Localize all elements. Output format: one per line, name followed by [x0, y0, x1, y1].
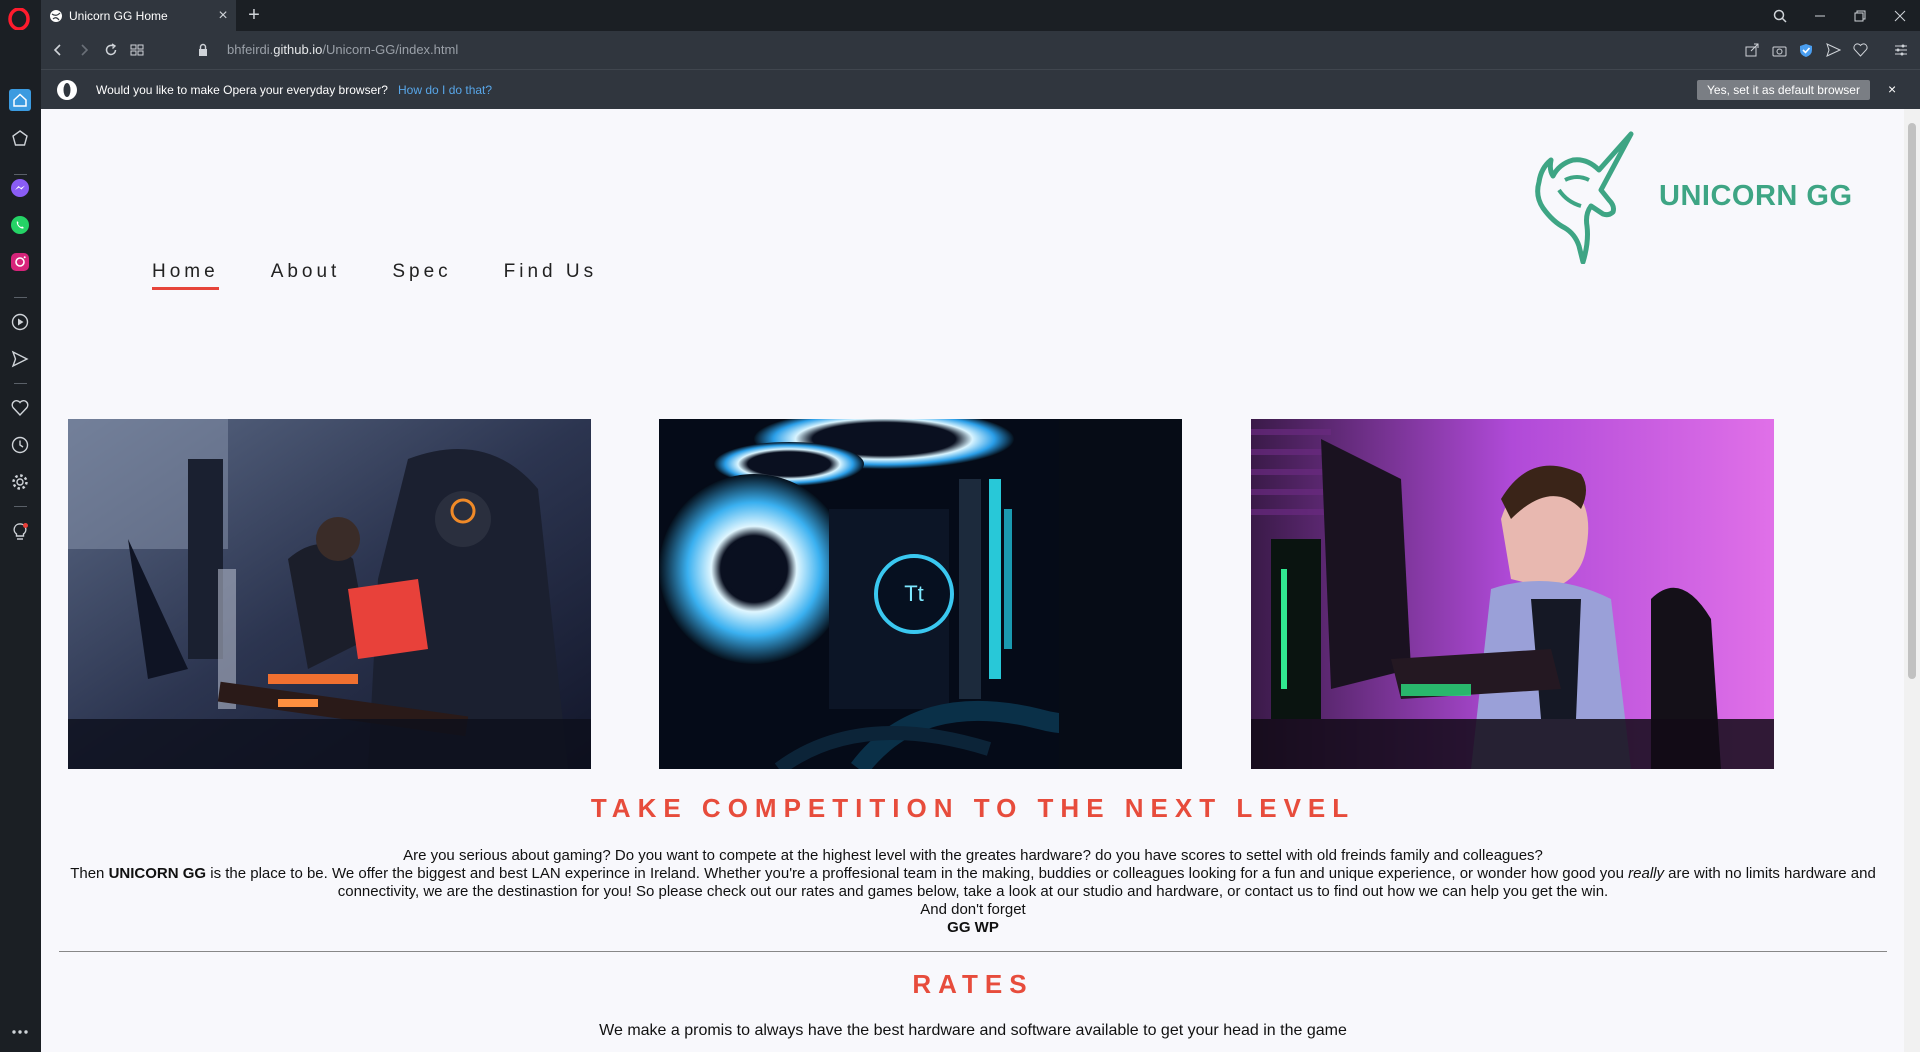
sidebar-bookmarks-icon[interactable] [9, 127, 31, 149]
sidebar-heart-icon[interactable] [9, 397, 31, 419]
instagram-icon[interactable] [9, 251, 31, 273]
minimize-icon[interactable] [1800, 0, 1840, 31]
whatsapp-icon[interactable] [9, 214, 31, 236]
tab-title: Unicorn GG Home [69, 8, 168, 23]
globe-icon [50, 9, 62, 22]
section-divider [59, 951, 1887, 952]
sidebar-home-icon[interactable] [9, 89, 31, 111]
speed-dial-icon[interactable] [127, 40, 147, 60]
svg-text:Tt: Tt [904, 581, 924, 606]
tab-bar: Unicorn GG Home × + [0, 0, 1920, 31]
address-bar: bhfeirdi.github.io/Unicorn-GG/index.html [41, 31, 1920, 69]
sidebar [0, 31, 41, 1052]
nav-find-us[interactable]: Find Us [504, 261, 597, 290]
heart-icon[interactable] [1851, 40, 1869, 60]
set-default-button[interactable]: Yes, set it as default browser [1697, 80, 1870, 100]
intro-line-2: Then UNICORN GG is the place to be. We o… [70, 865, 1876, 900]
address-bar-actions [1743, 40, 1910, 60]
snapshot-icon[interactable] [1770, 40, 1788, 60]
browser-tab[interactable]: Unicorn GG Home × [41, 0, 236, 31]
infobar-close-icon[interactable]: × [1888, 81, 1896, 97]
new-tab-button[interactable]: + [243, 4, 265, 26]
messenger-icon[interactable] [9, 177, 31, 199]
default-browser-infobar: Would you like to make Opera your everyd… [41, 69, 1920, 109]
settings-gear-icon[interactable] [9, 471, 31, 493]
sidebar-more-icon[interactable] [9, 1021, 31, 1043]
close-window-icon[interactable] [1880, 0, 1920, 31]
back-icon[interactable] [48, 40, 68, 60]
opera-logo-icon [57, 80, 77, 100]
rates-intro: We make a promis to always have the best… [599, 1022, 1347, 1039]
pc-hardware-photo: Tt [659, 419, 1182, 769]
main-nav: Home About Spec Find Us [152, 261, 649, 290]
easy-setup-icon[interactable] [1892, 40, 1910, 60]
pc-gamer-photo [1251, 419, 1774, 769]
unicorn-logo-icon[interactable] [1529, 130, 1641, 264]
adblock-shield-icon[interactable] [1797, 40, 1815, 60]
intro-line-1: Are you serious about gaming? Do you wan… [403, 847, 1543, 864]
nav-about[interactable]: About [271, 261, 341, 290]
player-icon[interactable] [9, 311, 31, 333]
share-icon[interactable] [1743, 40, 1761, 60]
intro-gg-wp: GG WP [947, 919, 999, 936]
main-headline: TAKE COMPETITION TO THE NEXT LEVEL [590, 793, 1356, 823]
tab-close-icon[interactable]: × [210, 7, 236, 25]
forward-icon[interactable] [74, 40, 94, 60]
tab-search-icon[interactable] [1760, 0, 1800, 31]
rates-heading: RATES [912, 969, 1034, 999]
tips-lightbulb-icon[interactable] [9, 521, 31, 543]
infobar-help-link[interactable]: How do I do that? [398, 83, 492, 97]
lan-gamers-photo [68, 419, 591, 769]
reload-icon[interactable] [101, 40, 121, 60]
nav-spec[interactable]: Spec [392, 261, 451, 290]
opera-logo-icon[interactable] [8, 8, 30, 30]
send-icon[interactable] [1824, 40, 1842, 60]
page-scrollbar[interactable] [1904, 109, 1920, 1052]
page-viewport: UNICORN GG Home About Spec Find Us Tt TA… [41, 109, 1920, 1052]
history-clock-icon[interactable] [9, 434, 31, 456]
intro-forget: And don't forget [920, 901, 1026, 918]
restore-icon[interactable] [1840, 0, 1880, 31]
url-field[interactable]: bhfeirdi.github.io/Unicorn-GG/index.html [227, 42, 458, 57]
nav-home[interactable]: Home [152, 261, 219, 290]
scrollbar-thumb[interactable] [1908, 123, 1916, 679]
infobar-message: Would you like to make Opera your everyd… [96, 83, 388, 97]
flow-send-icon[interactable] [9, 348, 31, 370]
window-controls [1760, 0, 1920, 31]
intro-paragraph: Are you serious about gaming? Do you wan… [59, 847, 1887, 937]
brand-name: UNICORN GG [1659, 180, 1853, 212]
photo-gallery: Tt [68, 419, 1774, 769]
lock-icon[interactable] [193, 40, 213, 60]
